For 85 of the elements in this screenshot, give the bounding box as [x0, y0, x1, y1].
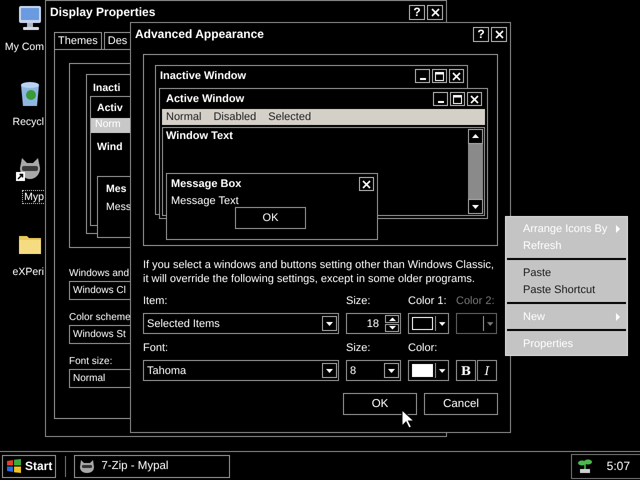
- dropdown-arrow-icon[interactable]: [438, 366, 446, 374]
- close-icon: [430, 8, 440, 16]
- tab[interactable]: Themes: [54, 32, 102, 49]
- plant-icon[interactable]: [576, 458, 593, 474]
- field-label: Font size:: [69, 356, 112, 367]
- window-title: Inactive Window: [160, 70, 246, 82]
- minimize-icon: [438, 101, 444, 103]
- field-label: Item:: [143, 295, 168, 309]
- maximize-button[interactable]: [450, 92, 465, 106]
- scrollbar[interactable]: [468, 129, 483, 214]
- window-title: Mes: [106, 183, 126, 195]
- close-icon: [494, 30, 504, 38]
- maximize-button[interactable]: [432, 69, 447, 83]
- field-label: Color:: [408, 342, 438, 356]
- minimize-button[interactable]: [415, 69, 430, 83]
- color-picker-button[interactable]: [408, 313, 449, 334]
- color-picker-button[interactable]: [408, 360, 449, 381]
- dropdown-arrow-icon[interactable]: [387, 366, 396, 374]
- tab[interactable]: Des: [104, 32, 132, 49]
- help-button[interactable]: ?: [409, 4, 425, 20]
- icon-label[interactable]: Recycl: [10, 115, 46, 129]
- field-label: Color 2:: [456, 295, 496, 309]
- raccoon-icon: [79, 458, 96, 474]
- window-title: Inacti: [93, 82, 120, 94]
- maximize-icon: [435, 72, 444, 80]
- window-title: Advanced Appearance: [135, 27, 264, 41]
- close-icon: [470, 94, 479, 104]
- field-label: Windows and: [69, 268, 130, 279]
- dropdown-arrow-icon[interactable]: [325, 320, 334, 328]
- window-title: Display Properties: [50, 5, 156, 19]
- bold-button[interactable]: B: [456, 360, 476, 381]
- font-dropdown[interactable]: Tahoma: [143, 360, 339, 381]
- menu-item[interactable]: Selected: [268, 111, 312, 123]
- scroll-up-icon[interactable]: [471, 133, 480, 140]
- window-text: Wind: [97, 141, 123, 153]
- field-value: Selected Items: [147, 318, 221, 330]
- window-title: Activ: [97, 102, 123, 114]
- minimize-icon: [420, 78, 426, 80]
- close-button[interactable]: [427, 4, 443, 20]
- field-value: 18: [366, 318, 380, 330]
- cursor-icon: [401, 409, 414, 429]
- window-text: Window Text: [166, 130, 233, 142]
- icon-label[interactable]: eXPeri: [10, 265, 46, 279]
- spin-up-icon[interactable]: [388, 316, 396, 322]
- close-icon: [362, 180, 371, 188]
- icon-label[interactable]: My Com: [2, 40, 46, 54]
- scroll-down-icon[interactable]: [471, 203, 480, 210]
- field-label: Color 1:: [408, 295, 448, 309]
- message-text: Message Text: [171, 195, 240, 207]
- clock: 5:07: [606, 459, 630, 473]
- close-button[interactable]: [491, 26, 507, 42]
- size-spinner[interactable]: 18: [346, 313, 401, 334]
- size-dropdown[interactable]: 8: [346, 360, 401, 381]
- close-button[interactable]: [467, 92, 482, 106]
- dropdown-arrow-icon[interactable]: [325, 366, 334, 374]
- field-label: Color scheme: [69, 312, 131, 323]
- menu-item[interactable]: Disabled: [213, 111, 256, 123]
- taskbar-button[interactable]: 7-Zip - Mypal: [74, 454, 230, 478]
- spin-down-icon[interactable]: [388, 325, 396, 331]
- info-text: If you select a windows and buttons setting other than Windows Classic, it will override the following settings, except in some older programs.: [143, 258, 495, 286]
- start-button[interactable]: Start: [2, 454, 56, 478]
- menu-item[interactable]: Normal: [166, 111, 202, 123]
- field-label: Size:: [346, 295, 372, 309]
- dropdown-arrow-icon[interactable]: [438, 320, 446, 328]
- close-button[interactable]: [359, 177, 374, 191]
- item-dropdown[interactable]: Selected Items: [143, 313, 339, 334]
- windows-flag-icon: [6, 458, 22, 474]
- close-button[interactable]: [449, 69, 464, 83]
- close-icon: [452, 72, 461, 80]
- computer-icon[interactable]: [16, 4, 44, 32]
- ok-button[interactable]: OK: [343, 393, 417, 415]
- field-label: Font:: [143, 342, 170, 356]
- cancel-button[interactable]: Cancel: [424, 393, 498, 415]
- window-title: Active Window: [166, 93, 244, 105]
- scroll-thumb[interactable]: [468, 144, 483, 199]
- ok-button[interactable]: OK: [235, 207, 306, 229]
- minimize-button[interactable]: [433, 92, 448, 106]
- field-value: 8: [350, 364, 358, 376]
- field-label: Size:: [346, 342, 372, 356]
- window-title: Message Box: [171, 178, 242, 190]
- maximize-icon: [453, 94, 462, 104]
- field-value: Tahoma: [147, 364, 188, 376]
- italic-button[interactable]: I: [477, 360, 497, 381]
- help-button[interactable]: ?: [473, 26, 489, 42]
- message-text: Mess: [106, 201, 132, 213]
